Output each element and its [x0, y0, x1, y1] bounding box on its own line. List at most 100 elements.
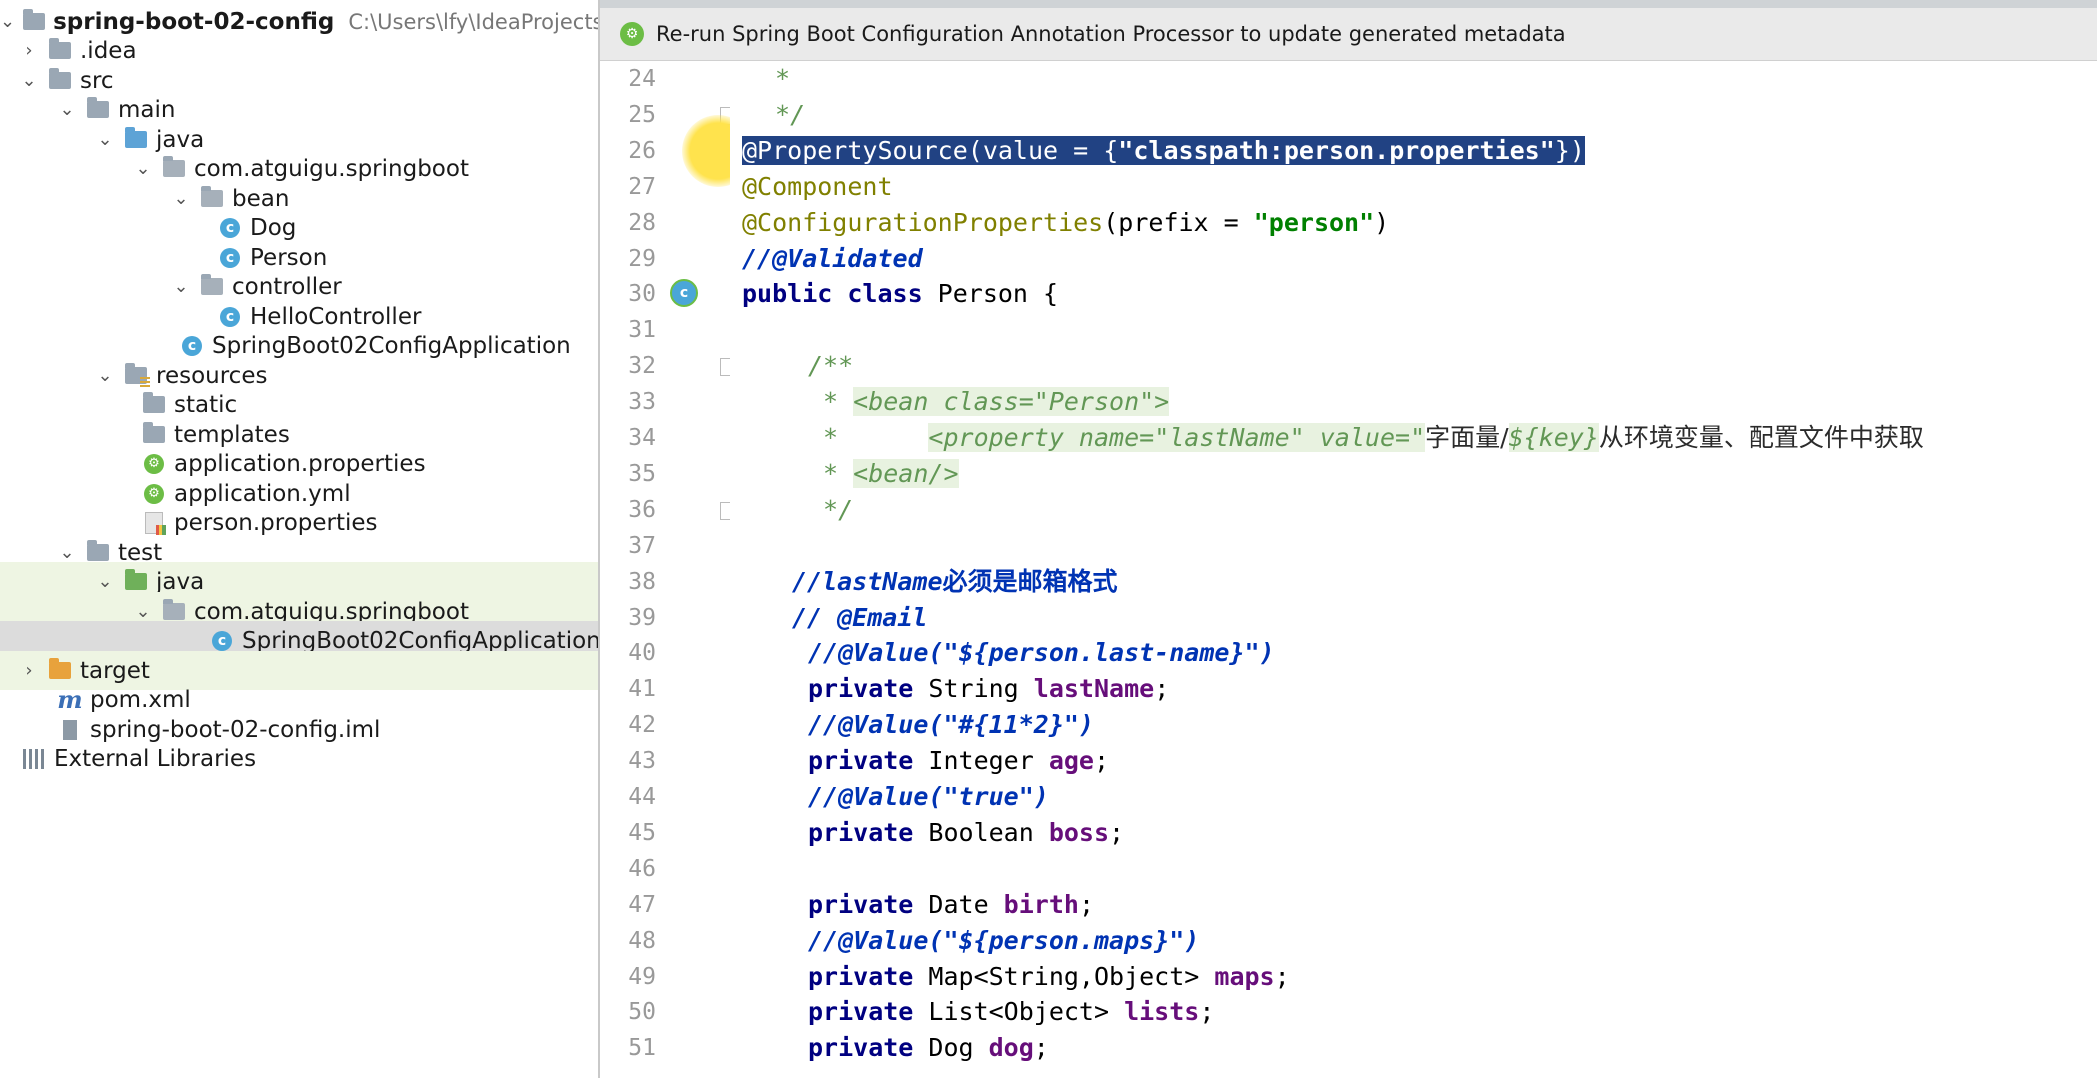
- chevron-right-icon[interactable]: ›: [18, 660, 40, 682]
- maven-icon: m: [57, 685, 83, 714]
- string-literal: "person": [1253, 207, 1375, 237]
- chevron-down-icon[interactable]: ⌄: [170, 276, 192, 298]
- line-number: 29: [628, 245, 656, 272]
- code-line-35: * <bean/>: [808, 456, 959, 492]
- code-line-26: @PropertySource(value = {"classpath:pers…: [742, 133, 1585, 169]
- doc-text: 字面量/: [1425, 423, 1509, 452]
- tree-item-label: java: [156, 568, 205, 595]
- keyword: private: [808, 1033, 914, 1063]
- chevron-down-icon[interactable]: ⌄: [94, 365, 116, 387]
- project-tool-window: ⌄ spring-boot-02-config C:\Users\lfy\Ide…: [0, 0, 600, 1078]
- line-number: 50: [628, 999, 656, 1026]
- line-number: 44: [628, 784, 656, 810]
- editor-gutter[interactable]: 24 25 26 27 28 29 30 31 32 33 34 35 36 3…: [600, 61, 738, 1078]
- code-line-41: private String lastName;: [808, 671, 1169, 707]
- code-text: ;: [1033, 1033, 1049, 1063]
- code-text: Boolean: [913, 817, 1049, 847]
- module-folder-icon: [23, 9, 46, 33]
- chevron-down-icon[interactable]: ⌄: [56, 542, 78, 564]
- doc-tag: <bean class="Person">: [853, 387, 1170, 417]
- spring-boot-class-icon: c: [180, 335, 204, 357]
- field-name: boss: [1048, 817, 1110, 847]
- resources-folder-icon: [124, 363, 150, 387]
- code-line-29: //@Validated: [742, 243, 923, 273]
- code-text: Date: [913, 889, 1004, 919]
- project-path: C:\Users\lfy\IdeaProjects: [348, 9, 600, 34]
- field-name: birth: [1003, 889, 1079, 919]
- module-file-icon: [58, 719, 82, 741]
- doc-tag: <property name="lastName" value=": [928, 423, 1426, 452]
- source-folder-icon: [124, 127, 148, 151]
- code-text: //lastName: [792, 566, 943, 596]
- code-line-45: private Boolean boss;: [808, 815, 1124, 851]
- code-line-49: private Map<String,Object> maps;: [808, 959, 1290, 995]
- code-text: (prefix =: [1103, 207, 1254, 237]
- chevron-down-icon[interactable]: ⌄: [132, 158, 154, 180]
- code-text: ): [1374, 207, 1390, 237]
- tree-item-label: pom.xml: [90, 686, 191, 713]
- line-number: 42: [628, 712, 656, 739]
- line-number: 25: [628, 101, 656, 128]
- code-line-43: private Integer age;: [808, 743, 1109, 779]
- line-number: 32: [628, 353, 656, 380]
- chevron-right-icon[interactable]: ›: [18, 40, 40, 62]
- code-text: 必须是邮箱格式: [942, 566, 1118, 596]
- line-number: 46: [628, 855, 656, 882]
- keyword: public class: [742, 279, 923, 309]
- line-number: 28: [628, 209, 656, 236]
- tree-item-label: com.atguigu.springboot: [194, 155, 469, 182]
- code-text: Person {: [922, 279, 1059, 309]
- class-icon: c: [218, 247, 242, 269]
- code-line-27: @Component: [742, 171, 893, 201]
- code-text: (value = {: [967, 135, 1119, 165]
- line-number: 40: [628, 640, 656, 667]
- code-text: String: [913, 674, 1034, 704]
- spring-yml-icon: ⚙: [142, 483, 166, 505]
- editor-tabs-strip[interactable]: [600, 0, 2097, 8]
- tree-item-label: application.properties: [174, 450, 426, 477]
- code-editor[interactable]: * */ @PropertySource(value = {"classpath…: [730, 61, 2097, 1078]
- tree-item-label: SpringBoot02ConfigApplicationT: [242, 627, 600, 654]
- line-number: 34: [628, 425, 656, 451]
- test-source-folder-icon: [124, 569, 148, 593]
- string-literal: "classpath:person.properties": [1118, 135, 1555, 165]
- keyword: private: [808, 674, 914, 704]
- chevron-down-icon[interactable]: ⌄: [94, 129, 116, 151]
- code-line-30: public class Person {: [742, 276, 1058, 312]
- line-number: 35: [628, 460, 656, 487]
- code-line-33: * <bean class="Person">: [808, 384, 1170, 420]
- code-text: *: [808, 423, 929, 452]
- folder-icon: [86, 540, 110, 564]
- code-text: Dog: [913, 1033, 989, 1063]
- line-number: 24: [628, 66, 656, 92]
- line-number: 41: [628, 676, 656, 703]
- notification-banner[interactable]: ⚙ Re-run Spring Boot Configuration Annot…: [600, 8, 2097, 61]
- chevron-down-icon[interactable]: ⌄: [94, 571, 116, 593]
- spring-properties-icon: ⚙: [142, 453, 166, 475]
- code-text: ;: [1109, 817, 1125, 847]
- tree-item-label: person.properties: [174, 509, 378, 536]
- code-line-36: */: [808, 494, 854, 524]
- tree-item-external-libraries[interactable]: External Libraries: [0, 739, 598, 778]
- chevron-down-icon[interactable]: ⌄: [0, 11, 15, 33]
- field-name: maps: [1214, 961, 1275, 991]
- line-number: 47: [628, 891, 656, 918]
- folder-icon: [86, 97, 110, 121]
- code-text: List<Object>: [913, 997, 1125, 1027]
- chevron-down-icon[interactable]: ⌄: [18, 70, 40, 92]
- tree-item-label: static: [174, 391, 238, 418]
- chevron-down-icon[interactable]: ⌄: [56, 99, 78, 121]
- keyword: private: [808, 961, 914, 991]
- tree-item-label: controller: [232, 273, 342, 300]
- spring-bean-gutter-icon[interactable]: c: [670, 279, 700, 309]
- chevron-down-icon[interactable]: ⌄: [170, 188, 192, 210]
- properties-file-icon: [142, 511, 166, 535]
- field-name: age: [1048, 746, 1094, 776]
- code-text: Map<String,Object>: [913, 961, 1215, 991]
- line-number: 26: [628, 137, 656, 164]
- spring-icon: ⚙: [620, 22, 644, 46]
- chevron-down-icon[interactable]: ⌄: [132, 601, 154, 623]
- class-icon: c: [218, 306, 242, 328]
- code-line-50: private List<Object> lists;: [808, 994, 1214, 1030]
- line-number: 51: [628, 1035, 656, 1062]
